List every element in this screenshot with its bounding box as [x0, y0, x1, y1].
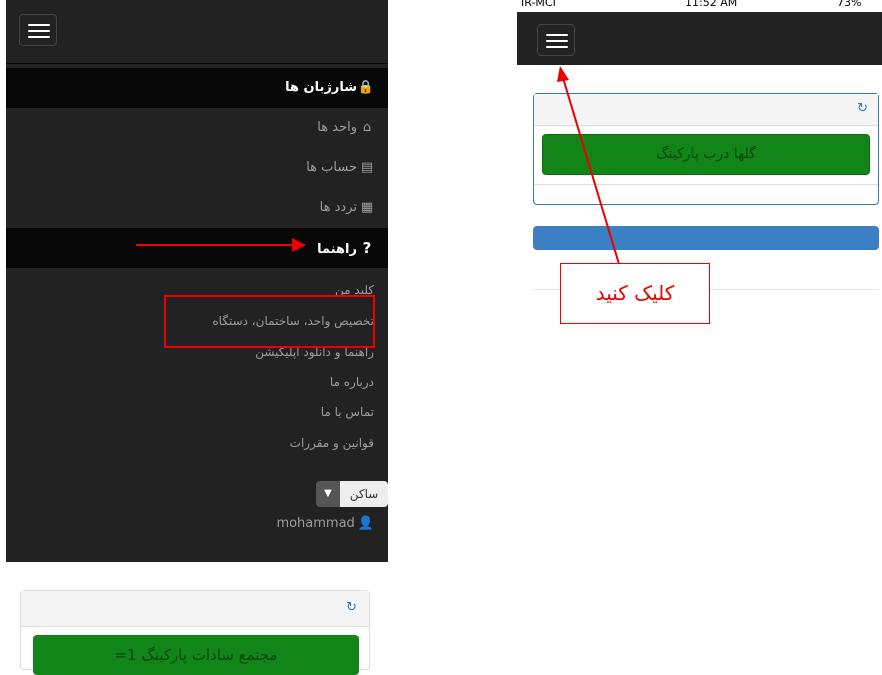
chevron-down-icon: ▼: [316, 481, 340, 507]
user-icon: 👤: [357, 516, 374, 531]
question-icon: ?: [362, 239, 372, 257]
menu-item-label: واحد ها: [317, 120, 357, 135]
navbar: [517, 12, 882, 65]
username: mohammad: [276, 516, 355, 531]
panel-footer-divider: [534, 184, 878, 185]
parking-door-button[interactable]: گلها درب پارکینگ: [542, 134, 870, 175]
battery-level: 73%: [837, 0, 862, 9]
menu-item-label: شارژبان ها: [285, 80, 357, 95]
user-link[interactable]: mohammad 👤: [276, 516, 374, 531]
menu-item-label: تردد ها: [319, 200, 357, 215]
menu-item-label: راهنما: [317, 242, 357, 257]
annotation-highlight-box: [164, 295, 375, 348]
annotation-callout: کلیک کنید: [560, 263, 710, 324]
help-sub-terms[interactable]: قوانین و مقررات: [6, 428, 388, 458]
navbar: [6, 0, 388, 64]
carrier-label: IR-MCI: [521, 0, 556, 9]
left-phone-screen: 🔒شارژبان ها ⌂ واحد ها ▤حساب ها ▦تردد ها ?…: [6, 0, 388, 562]
panel-heading: ↻: [21, 591, 369, 627]
annotation-arrow-head-icon: [557, 66, 569, 82]
annotation-arrow-line: [136, 244, 296, 246]
refresh-icon[interactable]: ↻: [857, 101, 868, 116]
hamburger-menu-button[interactable]: [19, 14, 57, 46]
status-time: 11:52 AM: [685, 0, 738, 9]
menu-item-accounts[interactable]: ▤حساب ها: [6, 148, 388, 188]
menu-item-traffic[interactable]: ▦تردد ها: [6, 188, 388, 228]
role-select[interactable]: ▼ ساکن: [316, 481, 388, 507]
status-bar: IR-MCI 11:52 AM 73%: [517, 0, 882, 12]
home-icon: ⌂: [362, 120, 372, 135]
menu-item-help[interactable]: ? راهنما: [6, 228, 388, 268]
file-icon: ▦: [360, 200, 374, 215]
primary-bar: [533, 226, 879, 250]
device-panel: ↻ گلها درب پارکینگ: [533, 93, 879, 205]
refresh-icon[interactable]: ↻: [346, 600, 357, 615]
menu-item-label: حساب ها: [306, 160, 357, 175]
hamburger-menu-button[interactable]: [537, 24, 575, 56]
panel-heading: ↻: [534, 94, 878, 126]
annotation-arrow-head-icon: [292, 238, 306, 252]
file-invoice-icon: ▤: [360, 160, 374, 175]
help-sub-contact[interactable]: تماس با ما: [6, 397, 388, 427]
lower-panel: ↻ مجتمع سادات پارکینگ 1=: [20, 590, 370, 675]
menu-item-units[interactable]: ⌂ واحد ها: [6, 108, 388, 148]
help-sub-about[interactable]: درباره ما: [6, 367, 388, 397]
parking-door-button[interactable]: مجتمع سادات پارکینگ 1=: [33, 635, 359, 675]
lock-icon: 🔒: [357, 80, 374, 95]
role-select-value: ساکن: [340, 481, 388, 507]
menu-item-chargebans[interactable]: 🔒شارژبان ها: [6, 68, 388, 108]
